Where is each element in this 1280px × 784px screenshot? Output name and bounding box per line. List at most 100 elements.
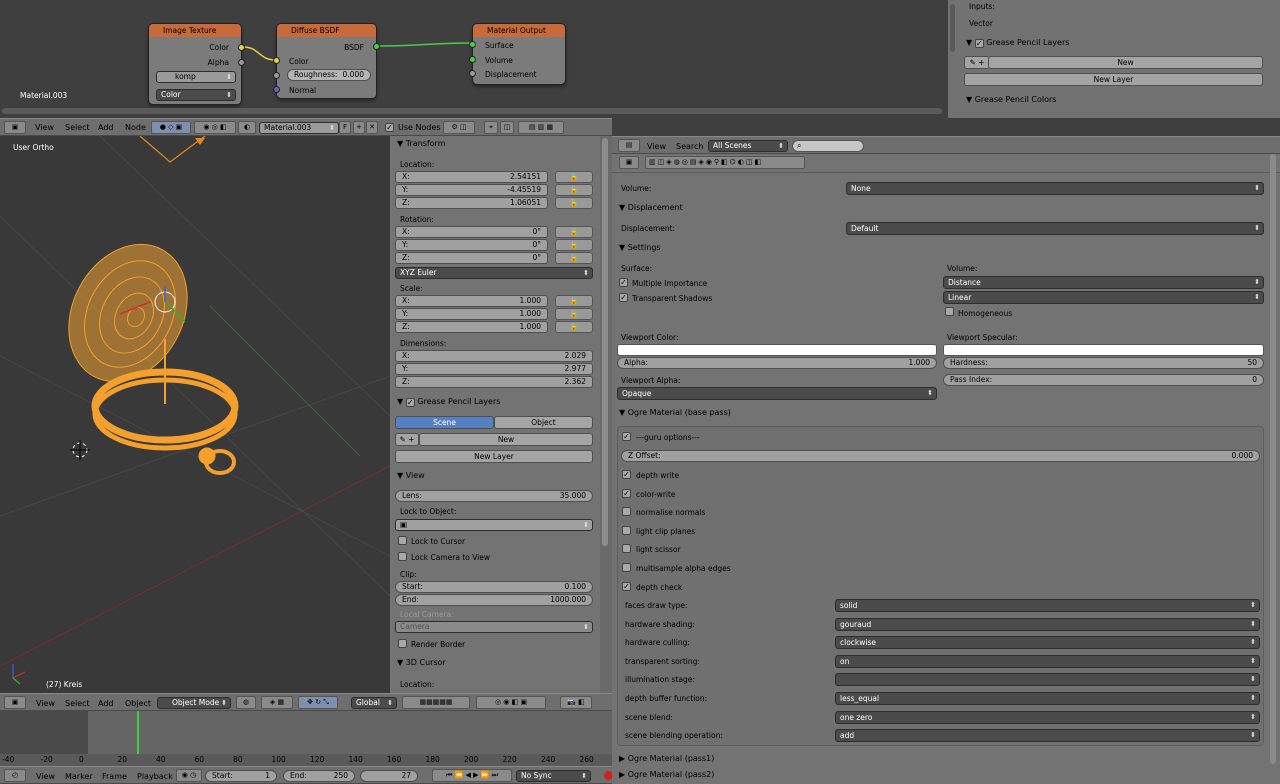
settings-header[interactable]: ▼ Settings	[619, 243, 661, 252]
dimension-y-field[interactable]: Y: 2.977	[395, 363, 593, 375]
lock-icon[interactable]: 🔓	[555, 295, 593, 307]
menu-add[interactable]: Add	[98, 699, 114, 708]
image-selector[interactable]: komp	[156, 71, 236, 83]
viewport-color-swatch[interactable]	[617, 344, 937, 356]
ogre-option-checkbox[interactable]	[622, 544, 631, 554]
menu-add[interactable]: Add	[98, 123, 114, 132]
z-offset-field[interactable]: Z Offset: 0.000	[621, 450, 1260, 462]
layer-buttons[interactable]: ▦▦▦▦▦	[402, 696, 470, 709]
pivot-icons[interactable]: ◈ ▦	[261, 696, 293, 709]
material-output-node[interactable]: Material Output Surface Volume Displacem…	[469, 23, 566, 85]
backdrop-icons[interactable]: ⚙ ◫	[443, 121, 475, 134]
properties-tabs[interactable]: ▥◫◈◍◎▤◈◉⚲◧⌬◐◫◧	[645, 156, 805, 169]
object-tab[interactable]: Object	[494, 416, 593, 429]
surface-input-socket[interactable]	[469, 41, 476, 48]
ogre-option-checkbox[interactable]	[622, 525, 631, 535]
dimension-x-field[interactable]: X: 2.029	[395, 350, 593, 362]
properties-scrollbar[interactable]	[1270, 154, 1276, 764]
rotation-mode-select[interactable]: XYZ Euler	[395, 267, 593, 279]
displacement-select[interactable]: Default	[846, 222, 1264, 235]
menu-view[interactable]: View	[36, 772, 55, 781]
render-border-checkbox[interactable]	[398, 639, 407, 648]
start-frame-field[interactable]: Start: 1	[205, 770, 277, 782]
rotation-x-field[interactable]: X: 0°	[395, 226, 548, 238]
color-input-socket[interactable]	[273, 57, 280, 64]
guru-checkbox[interactable]	[622, 432, 631, 441]
ogre-option-checkbox[interactable]	[622, 470, 631, 479]
scene-tab[interactable]: Scene	[395, 416, 494, 429]
menu-marker[interactable]: Marker	[65, 772, 93, 781]
render-icons[interactable]: 📷 ◧	[560, 696, 592, 709]
n-panel-scrollbar[interactable]	[602, 138, 608, 546]
displacement-input-socket[interactable]	[469, 70, 476, 77]
current-frame-marker[interactable]	[137, 711, 139, 754]
menu-playback[interactable]: Playback	[137, 772, 173, 781]
node-hscrollbar[interactable]	[2, 108, 942, 114]
sync-select[interactable]: No Sync	[516, 770, 591, 782]
copy-paste-icons[interactable]: ▤ ▥ ▦	[518, 121, 564, 134]
add-material-icon[interactable]: +	[353, 121, 365, 134]
ogre-setting-select[interactable]: less_equal	[835, 692, 1260, 705]
color-space-select[interactable]: Color	[156, 89, 236, 101]
menu-search[interactable]: Search	[676, 142, 703, 151]
color-output-socket[interactable]	[238, 44, 245, 51]
snap-icon[interactable]: ⌖	[484, 121, 498, 134]
menu-view[interactable]: View	[647, 142, 666, 151]
dimension-z-field[interactable]: Z: 2.362	[395, 376, 593, 388]
ogre-setting-select[interactable]: one zero	[835, 710, 1260, 724]
local-camera-field[interactable]: Camera	[395, 621, 593, 633]
pencil-add-icon[interactable]: ✎ +	[964, 56, 990, 69]
ogre-setting-select[interactable]: on	[835, 654, 1260, 668]
manipulator-icons[interactable]: ✥ ↻ ⤡	[298, 696, 338, 709]
lock-icon[interactable]: 🔓	[555, 239, 593, 251]
scale-x-field[interactable]: X: 1.000	[395, 295, 548, 307]
volume-select[interactable]: None	[846, 182, 1264, 195]
editor-type-icon[interactable]: ▣	[4, 121, 26, 134]
lens-field[interactable]: Lens: 35.000	[395, 490, 593, 502]
orientation-select[interactable]: Global	[351, 697, 397, 709]
shader-type-icons[interactable]: ● ◇ ▣	[151, 121, 191, 134]
editor-type-icon[interactable]: ▣	[4, 696, 26, 709]
ogre-option-checkbox[interactable]	[622, 563, 631, 572]
editor-type-icon[interactable]: ◴	[4, 769, 26, 782]
shader-object-icons[interactable]: ◉ ◎ ◧	[194, 121, 236, 134]
alpha-field[interactable]: Alpha: 1.000	[617, 357, 937, 369]
menu-node[interactable]: Node	[125, 123, 146, 132]
search-input[interactable]: ⌕	[792, 140, 864, 152]
menu-object[interactable]: Object	[125, 699, 151, 708]
unlink-material-icon[interactable]: ✕	[366, 121, 378, 134]
rotation-z-field[interactable]: Z: 0°	[395, 252, 548, 264]
diffuse-bsdf-node[interactable]: Diffuse BSDF BSDF Color Roughness: 0.000 …	[273, 23, 380, 99]
lock-icon[interactable]: 🔓	[555, 184, 593, 196]
lock-to-cursor-checkbox[interactable]	[398, 536, 407, 545]
displacement-header[interactable]: ▼ Displacement	[619, 203, 683, 212]
clip-start-field[interactable]: Start: 0.100	[395, 581, 593, 593]
new-layer-button[interactable]: New	[988, 56, 1263, 69]
context-icon[interactable]: ▣	[619, 156, 639, 169]
material-icon[interactable]: ◐	[238, 121, 256, 134]
viewport-specular-swatch[interactable]	[943, 344, 1264, 356]
ogre-option-checkbox[interactable]	[622, 581, 631, 591]
snap-mode-icon[interactable]: ◫	[500, 121, 514, 134]
transform-header[interactable]: ▼ Transform	[397, 139, 446, 148]
ogre-setting-select[interactable]	[835, 673, 1260, 687]
roughness-field[interactable]: Roughness: 0.000	[287, 69, 371, 81]
image-texture-node[interactable]: Image Texture Color Alpha komp Color	[148, 23, 245, 105]
multiple-importance-checkbox[interactable]	[619, 278, 628, 287]
lock-object-field[interactable]: ▣	[395, 519, 593, 531]
view-header[interactable]: ▼ View	[397, 471, 425, 480]
transparent-shadows-checkbox[interactable]	[619, 293, 628, 302]
ogre-option-checkbox[interactable]	[622, 507, 631, 517]
scale-z-field[interactable]: Z: 1.000	[395, 321, 548, 333]
location-y-field[interactable]: Y: -4.45519	[395, 184, 548, 196]
normal-input-socket[interactable]	[273, 86, 280, 93]
scenes-select[interactable]: All Scenes	[708, 140, 788, 152]
editor-type-icon[interactable]: ▤	[618, 139, 640, 152]
viewport-alpha-select[interactable]: Opaque	[617, 387, 937, 400]
menu-frame[interactable]: Frame	[102, 772, 127, 781]
location-x-field[interactable]: X: 2.54151	[395, 171, 548, 183]
current-frame-field[interactable]: 27	[360, 770, 418, 782]
menu-view[interactable]: View	[36, 699, 55, 708]
ogre-base-header[interactable]: ▼ Ogre Material (base pass)	[619, 408, 731, 417]
playback-controls[interactable]: ⏮ ⏪ ◀ ▶ ⏩ ⏭	[432, 769, 512, 782]
